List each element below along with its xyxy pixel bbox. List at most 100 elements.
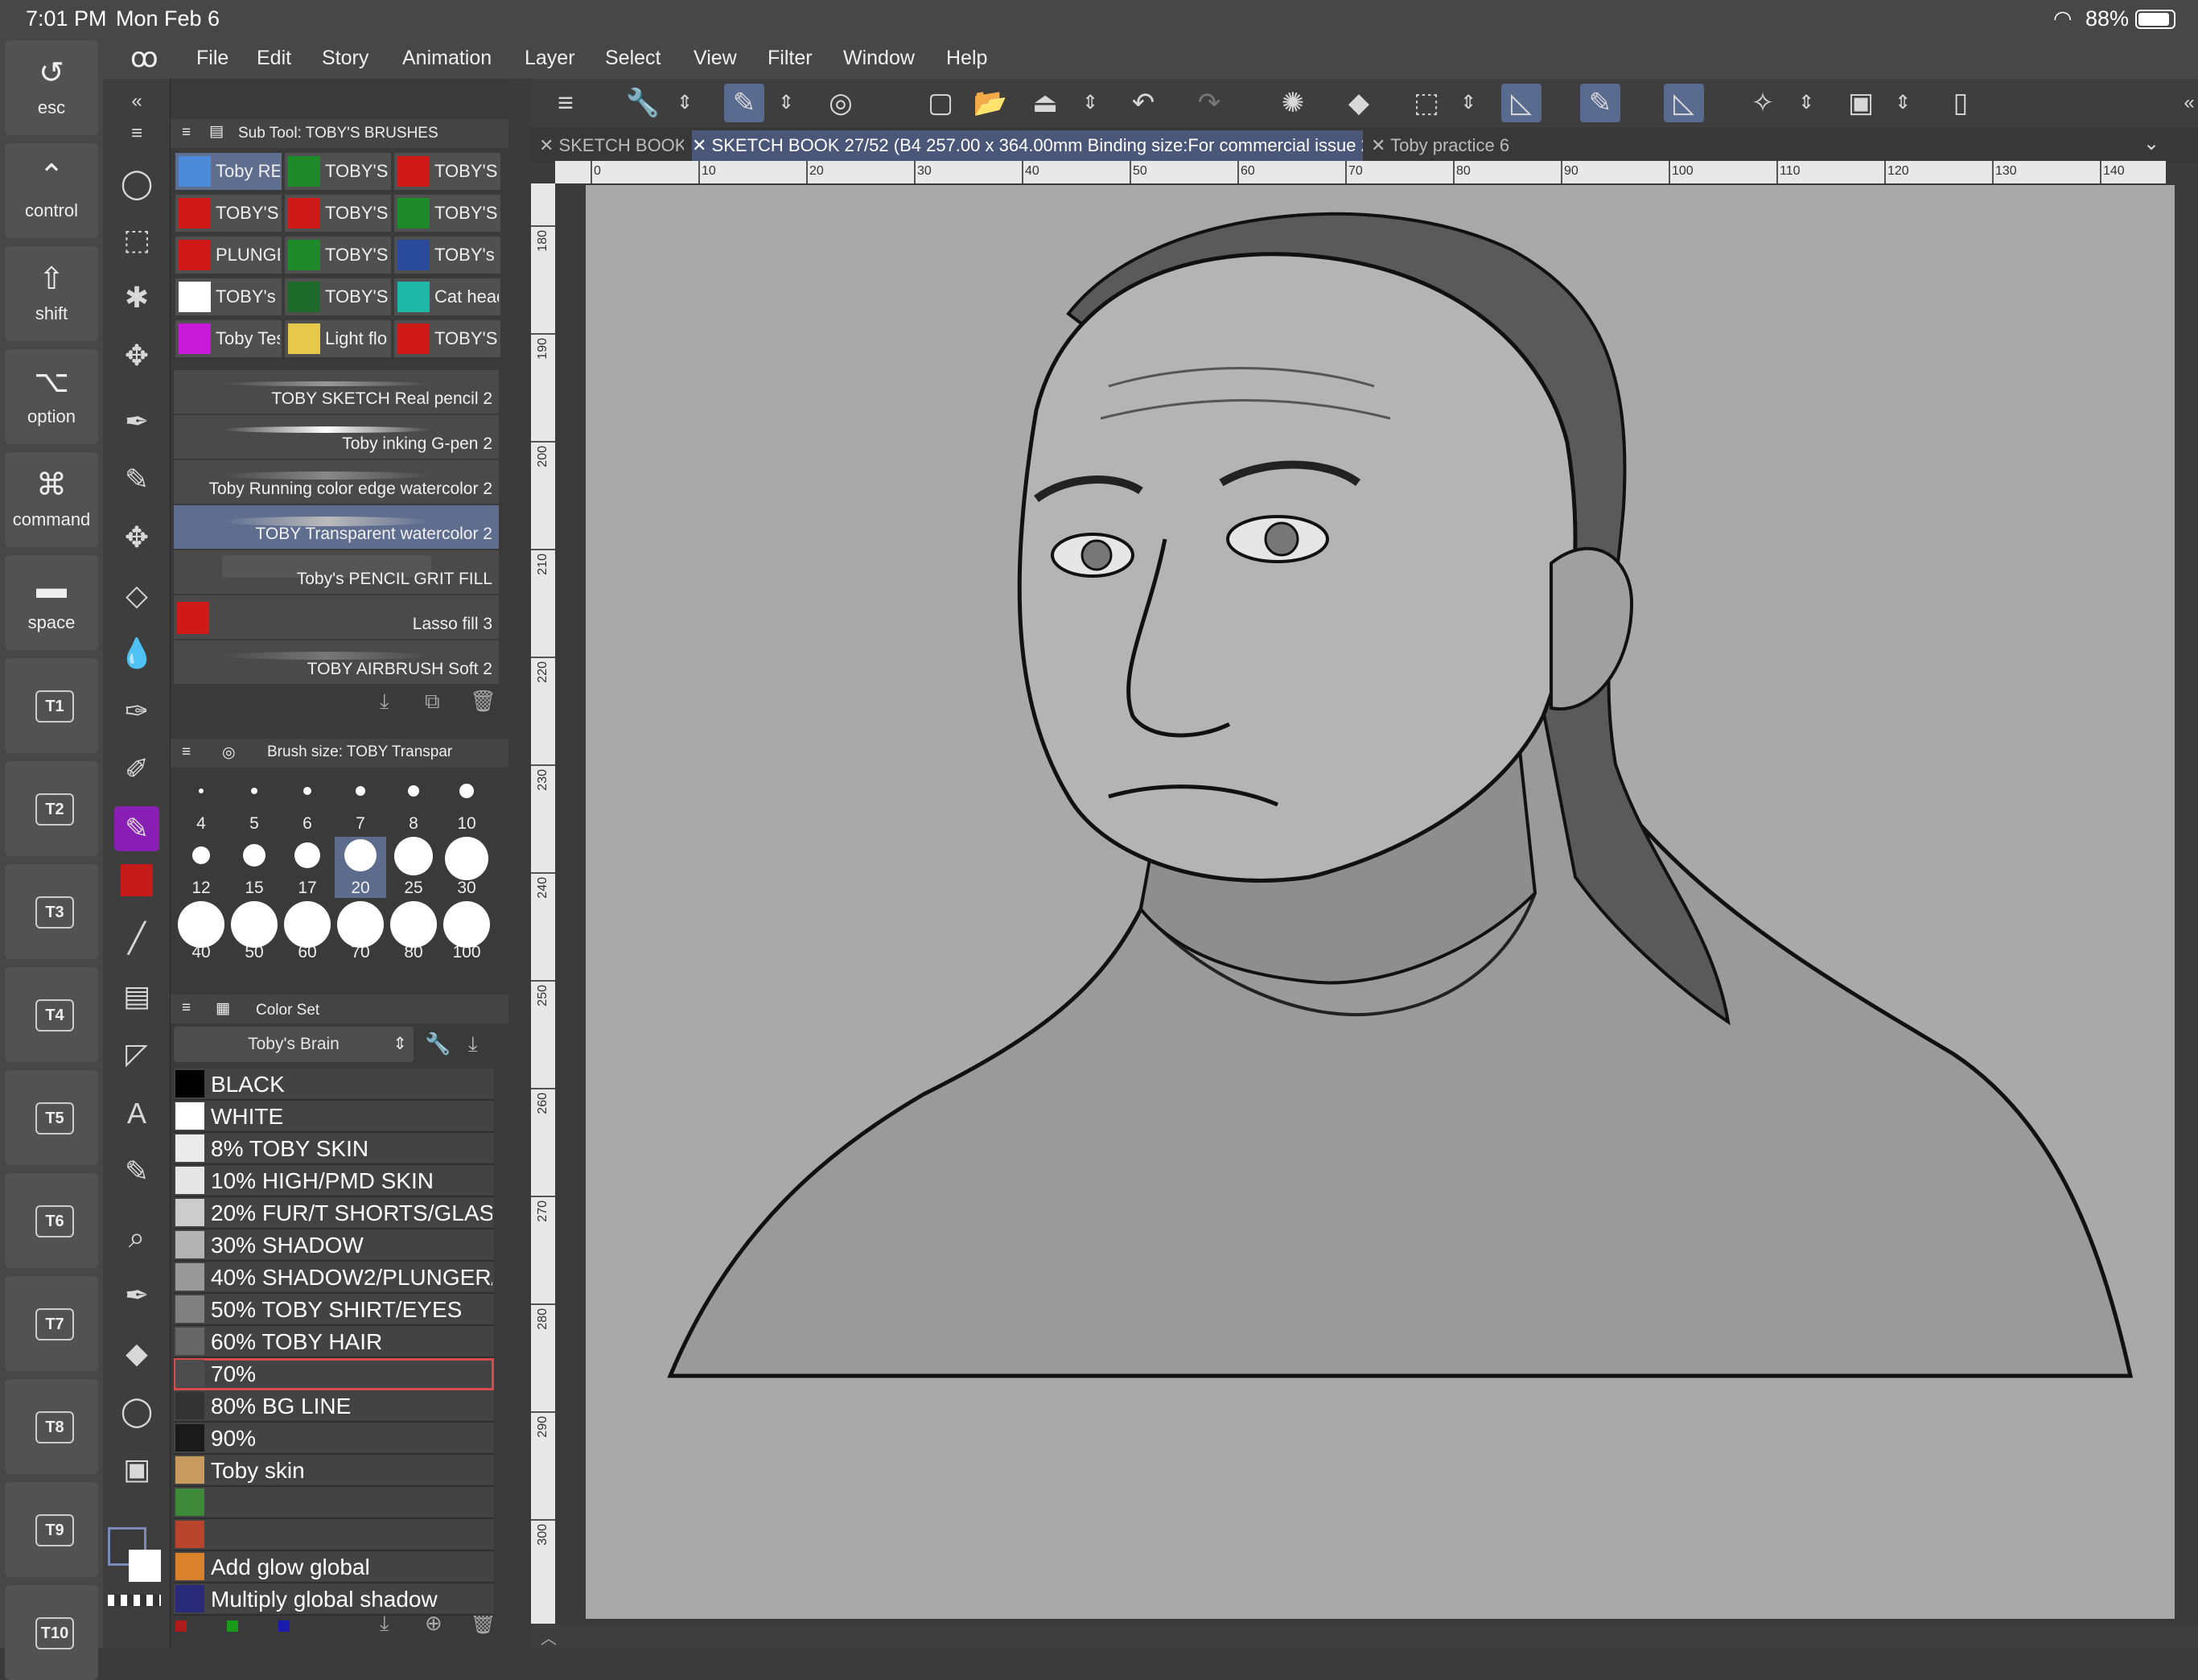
pencil-tool-icon[interactable]: ✎ [114,457,159,502]
brush-size-option[interactable]: 15 [228,837,280,898]
magic-wand-icon[interactable]: ✱ [114,275,159,320]
subtool-group-item[interactable]: Toby Tes [175,320,282,357]
brush-size-option[interactable]: 6 [282,772,333,834]
subtool-group-item[interactable]: TOBY'S [285,278,391,315]
subtool-group-item[interactable]: TOBY'S [285,195,391,232]
brush-size-option[interactable]: 30 [441,837,492,898]
subtool-group-item[interactable]: Toby RE [175,153,282,190]
brush-item[interactable]: Lasso fill 3 [174,595,499,640]
brush-item[interactable]: TOBY SKETCH Real pencil 2 [174,370,499,415]
esc-key[interactable]: ↺ esc [5,40,98,135]
export-icon[interactable]: ⏏ [1025,84,1065,122]
brush-size-option[interactable]: 17 [282,837,333,898]
colorset-selector[interactable]: Toby's Brain ⇕ [174,1027,414,1062]
zoom-tool-icon[interactable]: ⌕ [114,1215,159,1260]
subtool-group-item[interactable]: PLUNGE [175,237,282,274]
chevron-updown-icon[interactable]: ⇕ [1448,84,1488,122]
brush-size-option[interactable]: 40 [175,901,227,962]
pattern-tool-icon[interactable]: ✥ [114,515,159,560]
brush-item[interactable]: Toby Running color edge watercolor 2 [174,460,499,505]
color-set-item[interactable]: 30% SHADOW [174,1229,494,1262]
brush-size-option[interactable]: 25 [388,837,439,898]
expand-up-icon[interactable]: ︿ [541,1625,557,1649]
open-folder-icon[interactable]: 📂 [970,84,1011,122]
menu-file[interactable]: File [196,47,228,70]
text-tool-icon[interactable]: A [114,1091,159,1136]
color-set-item[interactable]: WHITE [174,1101,494,1133]
device-icon[interactable]: ▯ [1941,84,1981,122]
brush-size-option[interactable]: 50 [228,901,280,962]
tab-sketch-book-27[interactable]: ✕ SKETCH BOOK 27/52 (B4 257.00 x 364.00m… [692,130,1363,161]
color-set-item[interactable] [174,1487,494,1519]
t6-key[interactable]: T6 [5,1173,98,1268]
brush-size-option[interactable]: 8 [388,772,439,834]
close-icon[interactable]: ✕ [692,135,712,155]
magic-transform-icon[interactable]: ✧ [1743,84,1783,122]
color-set-item[interactable]: 60% TOBY HAIR [174,1326,494,1358]
subtool-group-item[interactable]: TOBY'S [394,153,500,190]
subtool-group-item[interactable]: TOBY's [394,237,500,274]
line-snap-icon[interactable]: ◺ [1664,84,1704,122]
subtool-group-item[interactable]: TOBY'S [175,195,282,232]
control-key[interactable]: ⌃ control [5,143,98,238]
import-icon[interactable]: ⤓ [468,1031,478,1057]
edit-layer-icon[interactable]: ✎ [724,84,764,122]
color-set-item[interactable]: 90% [174,1423,494,1455]
subtool-group-item[interactable]: TOBY'S [285,237,391,274]
t2-key[interactable]: T2 [5,761,98,856]
menu-filter[interactable]: Filter [768,47,813,70]
eraser-tool-icon[interactable]: ◇ [114,573,159,618]
brush-item[interactable]: Toby's PENCIL GRIT FILL [174,550,499,595]
chevron-updown-icon[interactable]: ⇕ [1070,84,1110,122]
color-set-item[interactable]: Toby skin [174,1455,494,1487]
tool-menu-icon[interactable]: ≡ [114,111,159,156]
color-set-item[interactable]: 20% FUR/T SHORTS/GLASSES 2 [174,1197,494,1229]
balloon-tool-icon[interactable]: ✎ [114,1149,159,1194]
chevron-updown-icon[interactable]: ⇕ [1786,84,1826,122]
space-key[interactable]: ▬ space [5,555,98,650]
ruler-snap-icon[interactable]: ◺ [1501,84,1541,122]
color-set-item[interactable]: BLACK [174,1069,494,1101]
tabs-dropdown-icon[interactable]: ⌄ [2143,132,2159,155]
brush-size-option[interactable]: 4 [175,772,227,834]
brush-size-option[interactable]: 12 [175,837,227,898]
move-tool-icon[interactable]: ✥ [114,333,159,378]
transform-icon[interactable]: ⬚ [1406,84,1447,122]
subtool-group-item[interactable]: Cat head [394,278,500,315]
chevron-updown-icon[interactable]: ⇕ [1883,84,1923,122]
color-set-item[interactable]: 10% HIGH/PMD SKIN [174,1165,494,1197]
brush-size-option[interactable]: 10 [441,772,492,834]
menu-story[interactable]: Story [322,47,368,70]
command-key[interactable]: ⌘ command [5,452,98,547]
t10-key[interactable]: T10 [5,1585,98,1680]
gradient-tool-icon[interactable]: ▣ [114,1447,159,1492]
t3-key[interactable]: T3 [5,864,98,959]
brush-size-option[interactable]: 7 [335,772,386,834]
t4-key[interactable]: T4 [5,967,98,1062]
menu-edit[interactable]: Edit [257,47,291,70]
color-set-item[interactable] [174,1519,494,1551]
shift-key[interactable]: ⇧ shift [5,246,98,341]
wrench-icon[interactable]: 🔧 [425,1031,451,1056]
color-set-item[interactable]: 70% [174,1358,494,1390]
subtool-group-item[interactable]: Light flo [285,320,391,357]
brush-size-option[interactable]: 100 [441,901,492,962]
tab-sketch-book[interactable]: ✕ SKETCH BOOK [539,130,684,161]
duplicate-subtool-icon[interactable]: ⧉ [425,689,440,714]
brush-item-selected[interactable]: TOBY Transparent watercolor 2 [174,505,499,550]
blend-tool-icon[interactable]: 💧 [114,631,159,676]
frame-tool-icon[interactable]: ▤ [114,974,159,1019]
subtool-group-item[interactable]: TOBY's [175,278,282,315]
ruler-tool-icon[interactable]: ◸ [114,1031,159,1077]
menu-layer[interactable]: Layer [525,47,575,70]
close-icon[interactable]: ✕ [1371,135,1390,155]
brush-size-option[interactable]: 5 [228,772,280,834]
subtool-group-item[interactable]: TOBY'S [394,195,500,232]
fill-brush-icon[interactable] [121,864,153,896]
pen-tool-icon[interactable]: ✒ [114,399,159,444]
transparent-color-swatch[interactable] [108,1595,161,1606]
color-set-item[interactable]: 40% SHADOW2/PLUNGER/GLASSES [174,1262,494,1294]
speech-bubble-icon[interactable]: ◯ [114,1389,159,1434]
color-set-item[interactable]: Add glow global [174,1551,494,1583]
brush-size-option[interactable]: 70 [335,901,386,962]
